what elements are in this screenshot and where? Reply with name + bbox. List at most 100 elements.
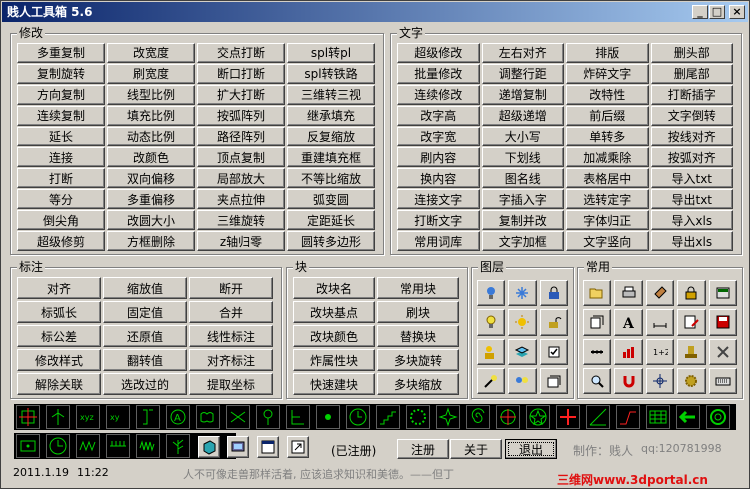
wave-icon[interactable] xyxy=(136,434,160,458)
dimension-icon[interactable] xyxy=(645,309,675,336)
cloud-icon[interactable] xyxy=(196,405,220,429)
modify-button[interactable]: 方向复制 xyxy=(17,84,105,105)
text-button[interactable]: 改特性 xyxy=(566,84,649,105)
dim-button[interactable]: 提取坐标 xyxy=(189,373,273,395)
comb-icon[interactable] xyxy=(106,434,130,458)
dim-button[interactable]: 翻转值 xyxy=(103,349,187,371)
text-button[interactable]: 大小写 xyxy=(481,126,564,147)
dim-button[interactable]: 还原值 xyxy=(103,325,187,347)
close-button[interactable]: × xyxy=(729,5,745,19)
text-button[interactable]: 调整行距 xyxy=(481,63,564,84)
modify-button[interactable]: 重建填充框 xyxy=(287,147,375,168)
stamp-icon[interactable] xyxy=(677,338,706,365)
minimize-button[interactable]: _ xyxy=(692,5,708,19)
modify-button[interactable]: 改宽度 xyxy=(107,43,195,63)
layer-sheets-icon[interactable] xyxy=(539,367,568,394)
angle-icon[interactable] xyxy=(586,405,610,429)
block-button[interactable]: 多块旋转 xyxy=(377,349,459,371)
dialog-icon[interactable] xyxy=(257,436,279,458)
open-folder-icon[interactable] xyxy=(583,280,612,307)
dim-button[interactable]: 解除关联 xyxy=(17,373,101,395)
star-circle-icon[interactable] xyxy=(526,405,550,429)
block-button[interactable]: 改块颜色 xyxy=(293,325,375,347)
modify-button[interactable]: 夹点拉伸 xyxy=(197,189,285,210)
text-button[interactable]: 连接文字 xyxy=(397,189,480,210)
magnet-icon[interactable] xyxy=(614,367,643,394)
number-icon[interactable]: 1+2 xyxy=(645,338,675,365)
text-button[interactable]: 选转定字 xyxy=(566,189,649,210)
modify-button[interactable]: 路径阵列 xyxy=(197,126,285,147)
modify-button[interactable]: 填充比例 xyxy=(107,105,195,126)
modify-button[interactable]: 定距延长 xyxy=(287,210,375,231)
text-button[interactable]: 排版 xyxy=(566,43,649,63)
modify-button[interactable]: 双向偏移 xyxy=(107,168,195,189)
dim-button[interactable]: 对齐 xyxy=(17,277,101,299)
exit-button[interactable]: 退出 xyxy=(505,439,557,459)
block-button[interactable]: 炸属性块 xyxy=(293,349,375,371)
rect-dot-icon[interactable] xyxy=(16,434,40,458)
star4-icon[interactable] xyxy=(436,405,460,429)
modify-button[interactable]: 圆转多边形 xyxy=(287,231,375,251)
dim-button[interactable]: 断开 xyxy=(189,277,273,299)
modify-button[interactable]: 改颜色 xyxy=(107,147,195,168)
dim-button[interactable]: 合并 xyxy=(189,301,273,323)
text-button[interactable]: 下划线 xyxy=(481,147,564,168)
bar-chart-icon[interactable] xyxy=(614,338,643,365)
calculator-icon[interactable] xyxy=(708,280,737,307)
modify-button[interactable]: 线型比例 xyxy=(107,84,195,105)
modify-button[interactable]: 反复缩放 xyxy=(287,126,375,147)
modify-button[interactable]: 多重偏移 xyxy=(107,189,195,210)
tree-node-icon[interactable] xyxy=(286,405,310,429)
modify-button[interactable]: 三维旋转 xyxy=(197,210,285,231)
text-button[interactable]: 改字高 xyxy=(397,105,480,126)
text-button[interactable]: 刷内容 xyxy=(397,147,480,168)
modify-button[interactable]: 连接 xyxy=(17,147,105,168)
snap-point-icon[interactable] xyxy=(645,367,675,394)
text-button[interactable]: 超级修改 xyxy=(397,43,480,63)
text-button[interactable]: 复制并改 xyxy=(481,210,564,231)
dot-icon[interactable] xyxy=(316,405,340,429)
x-axis-icon[interactable] xyxy=(226,405,250,429)
text-button[interactable]: 打断插字 xyxy=(650,84,733,105)
text-button[interactable]: 文字倒转 xyxy=(650,105,733,126)
dim-button[interactable]: 固定值 xyxy=(103,301,187,323)
text-button[interactable]: 批量修改 xyxy=(397,63,480,84)
about-button[interactable]: 关于 xyxy=(450,439,502,459)
modify-button[interactable]: 多重复制 xyxy=(17,43,105,63)
unlock-icon[interactable] xyxy=(539,309,568,336)
text-button[interactable]: 左右对齐 xyxy=(481,43,564,63)
cross-red-icon[interactable] xyxy=(556,405,580,429)
shortcut-arrow-icon[interactable] xyxy=(287,436,309,458)
modify-button[interactable]: 不等比缩放 xyxy=(287,168,375,189)
plant-icon[interactable] xyxy=(166,434,190,458)
text-button[interactable]: 加减乘除 xyxy=(566,147,649,168)
title-bar[interactable]: 贱人工具箱 5.6 _ □ × xyxy=(2,2,748,22)
text-button[interactable]: 炸碎文字 xyxy=(566,63,649,84)
block-button[interactable]: 改块名 xyxy=(293,277,375,299)
modify-button[interactable]: 改圆大小 xyxy=(107,210,195,231)
arrow-left-icon[interactable] xyxy=(676,405,700,429)
ruler-line-icon[interactable] xyxy=(583,338,612,365)
modify-button[interactable]: spl转铁路 xyxy=(287,63,375,84)
people-layer-icon[interactable] xyxy=(477,338,506,365)
modify-button[interactable]: 刷宽度 xyxy=(107,63,195,84)
monitor-icon[interactable] xyxy=(227,436,249,458)
dim-button[interactable]: 修改样式 xyxy=(17,349,101,371)
block-button[interactable]: 常用块 xyxy=(377,277,459,299)
tools-icon[interactable] xyxy=(708,338,737,365)
modify-button[interactable]: 连续复制 xyxy=(17,105,105,126)
papers-icon[interactable] xyxy=(583,309,612,336)
maximize-button[interactable]: □ xyxy=(709,5,725,19)
dim-button[interactable]: 线性标注 xyxy=(189,325,273,347)
gear-icon[interactable] xyxy=(677,367,706,394)
modify-button[interactable]: 动态比例 xyxy=(107,126,195,147)
text-button[interactable]: 超级递增 xyxy=(481,105,564,126)
clock-icon[interactable] xyxy=(46,434,70,458)
keyboard-icon[interactable] xyxy=(708,367,737,394)
text-button[interactable]: 字体归正 xyxy=(566,210,649,231)
checkbox-icon[interactable] xyxy=(539,338,568,365)
dim-button[interactable]: 缩放值 xyxy=(103,277,187,299)
modify-button[interactable]: 按弧阵列 xyxy=(197,105,285,126)
stairs-icon[interactable] xyxy=(376,405,400,429)
magnifier-icon[interactable] xyxy=(583,367,612,394)
